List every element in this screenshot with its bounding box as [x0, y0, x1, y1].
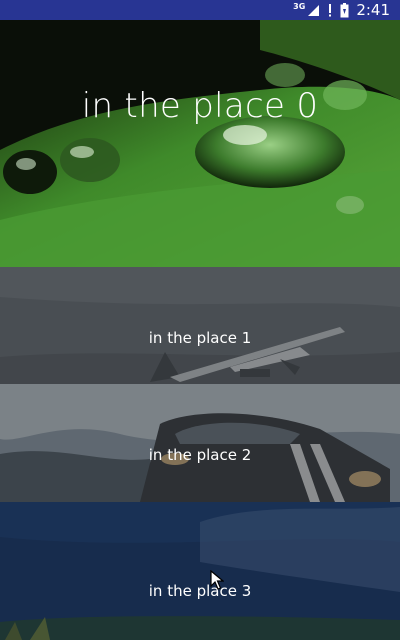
status-bar: 3G 2:41: [0, 0, 400, 20]
network-type-label: 3G: [293, 1, 306, 11]
list-item[interactable]: in the place 1: [0, 267, 400, 384]
place-label: in the place 3: [148, 582, 252, 600]
status-clock: 2:41: [356, 1, 390, 19]
image-dim-overlay: [0, 384, 400, 502]
place-label: in the place 2: [148, 446, 252, 464]
list-item[interactable]: in the place 0: [0, 20, 400, 267]
list-item[interactable]: in the place 2: [0, 384, 400, 502]
signal-icon: 3G: [293, 1, 320, 17]
place-label: in the place 1: [148, 329, 252, 347]
place-label: in the place 0: [81, 86, 319, 126]
battery-icon: [340, 2, 349, 18]
image-dim-overlay: [0, 502, 400, 640]
no-sim-icon: [327, 3, 333, 17]
image-dim-overlay: [0, 267, 400, 384]
place-list[interactable]: in the place 0 in the place 1 in the pla…: [0, 20, 400, 640]
mouse-cursor-icon: [210, 569, 225, 594]
water-droplets-image: [0, 20, 400, 267]
list-item[interactable]: in the place 3: [0, 502, 400, 640]
